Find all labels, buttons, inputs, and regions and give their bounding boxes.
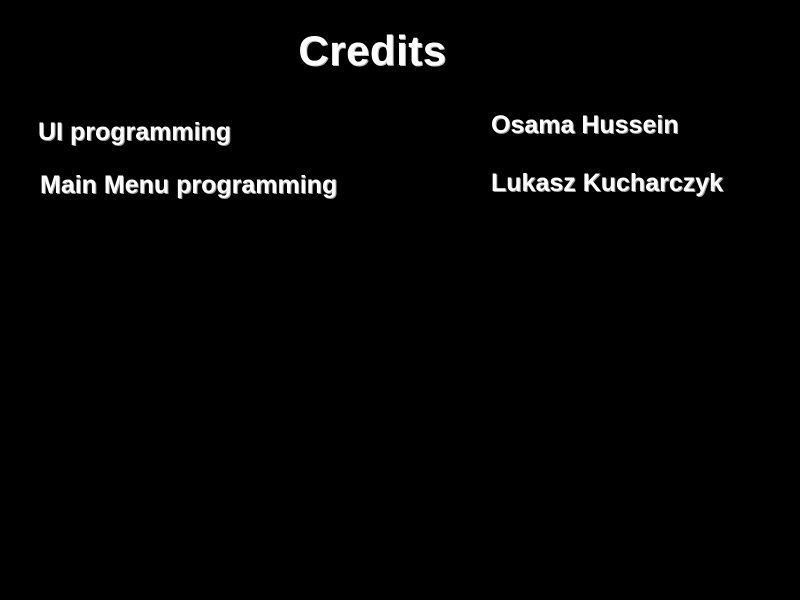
credit-role-ui-programming: UI programming — [38, 118, 232, 146]
credit-role-main-menu-programming: Main Menu programming — [40, 171, 338, 199]
credits-title: Credits — [298, 27, 447, 74]
credit-name-osama-hussein: Osama Hussein — [491, 111, 679, 139]
credits-screen: Credits UI programming Osama Hussein Mai… — [0, 0, 800, 600]
credit-name-lukasz-kucharczyk: Lukasz Kucharczyk — [491, 169, 724, 197]
